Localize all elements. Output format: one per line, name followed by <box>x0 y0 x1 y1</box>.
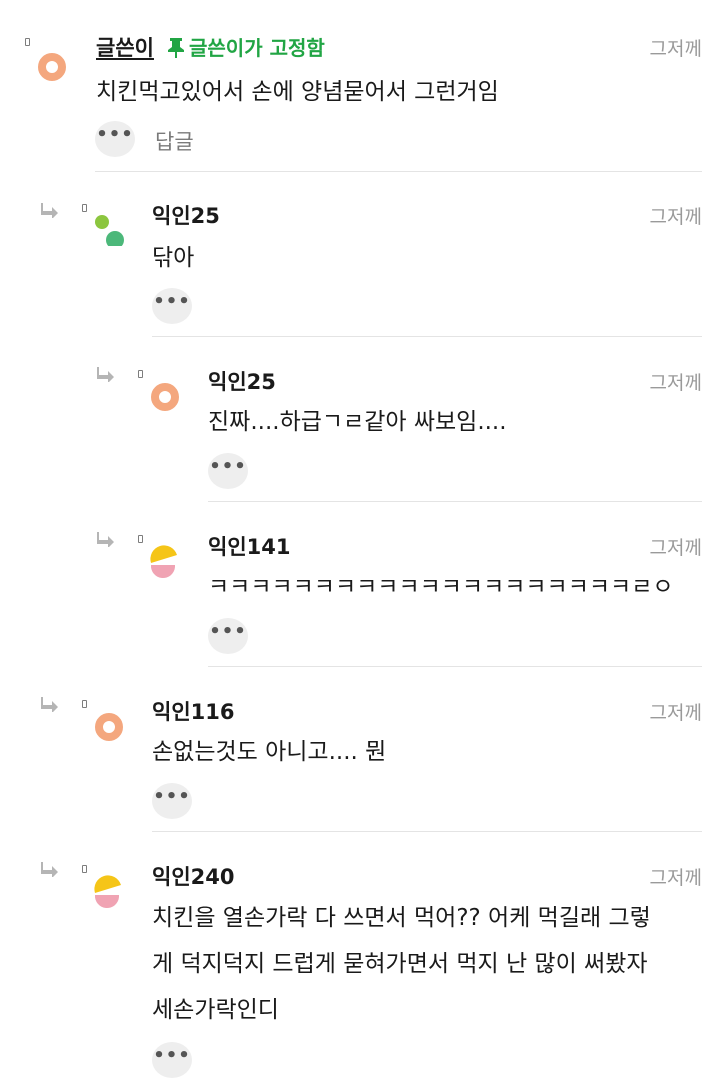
avatar[interactable] <box>148 380 182 414</box>
comment-line: 게 덕지덕지 드럽게 묻혀가면서 먹지 난 많이 써봤자 <box>152 951 648 977</box>
comment-marker <box>82 700 87 708</box>
comment-time: 그저께 <box>649 702 702 724</box>
author-name[interactable]: 익인25 <box>152 200 220 230</box>
comment-line: 치킨을 열손가락 다 쓰면서 먹어?? 어케 먹길래 그렇 <box>152 905 651 931</box>
comment-body: 치킨먹고있어서 손에 양념묻어서 그런거임 <box>96 70 499 114</box>
comment-body: 치킨을 열손가락 다 쓰면서 먹어?? 어케 먹길래 그렇 게 덕지덕지 드럽게… <box>152 895 651 1033</box>
reply-button[interactable]: 답글 <box>155 126 194 156</box>
avatar[interactable] <box>92 875 126 909</box>
comment-time: 그저께 <box>649 372 702 394</box>
comment-marker <box>25 38 30 46</box>
comment-reply: 익인116 그저께 손없는것도 아니고.... 뭔 ••• <box>0 668 720 834</box>
avatar[interactable] <box>92 710 126 744</box>
comment-reply: 익인240 그저께 치킨을 열손가락 다 쓰면서 먹어?? 어케 먹길래 그렇 … <box>0 833 720 1089</box>
reply-arrow-icon <box>96 366 116 382</box>
comment-marker <box>82 865 87 873</box>
avatar[interactable] <box>92 212 126 246</box>
divider <box>208 666 702 667</box>
comment-line: 진짜....하급ㄱㄹ같아 싸보임.... <box>208 409 507 435</box>
comment-line: ㅋㅋㅋㅋㅋㅋㅋㅋㅋㅋㅋㅋㅋㅋㅋㅋㅋㅋㅋㅋㄹㅇ <box>208 574 674 600</box>
comment-line: 치킨먹고있어서 손에 양념묻어서 그런거임 <box>96 79 499 105</box>
comment-time: 그저께 <box>649 206 702 228</box>
more-options-button[interactable]: ••• <box>152 288 192 324</box>
comment-line: 닦아 <box>152 245 195 271</box>
pin-icon <box>168 37 184 58</box>
comment-time: 그저께 <box>649 38 702 60</box>
comment-marker <box>138 370 143 378</box>
reply-arrow-icon <box>96 531 116 547</box>
more-options-button[interactable]: ••• <box>152 1042 192 1078</box>
comment-body: 닦아 <box>152 236 194 280</box>
author-name[interactable]: 익인240 <box>152 861 234 891</box>
reply-arrow-icon <box>40 202 60 218</box>
comment-body: ㅋㅋㅋㅋㅋㅋㅋㅋㅋㅋㅋㅋㅋㅋㅋㅋㅋㅋㅋㅋㄹㅇ <box>208 565 674 609</box>
comment-body: 손없는것도 아니고.... 뭔 <box>152 730 386 774</box>
reply-arrow-icon <box>40 861 60 877</box>
more-options-button[interactable]: ••• <box>208 618 248 654</box>
divider <box>152 831 702 832</box>
comment-marker <box>138 535 143 543</box>
comment-op: 글쓴이 글쓴이가 고정함 그저께 치킨먹고있어서 손에 양념묻어서 그런거임 •… <box>0 0 720 172</box>
comment-reply: 익인25 그저께 진짜....하급ㄱㄹ같아 싸보임.... ••• <box>0 338 720 504</box>
avatar[interactable] <box>35 50 69 84</box>
more-options-button[interactable]: ••• <box>152 783 192 819</box>
more-options-button[interactable]: ••• <box>208 453 248 489</box>
comment-line: 세손가락인디 <box>152 997 279 1023</box>
comment-reply: 익인141 그저께 ㅋㅋㅋㅋㅋㅋㅋㅋㅋㅋㅋㅋㅋㅋㅋㅋㅋㅋㅋㅋㄹㅇ ••• <box>0 503 720 669</box>
comment-line: 손없는것도 아니고.... 뭔 <box>152 739 387 765</box>
comment-time: 그저께 <box>649 537 702 559</box>
divider <box>208 501 702 502</box>
author-name[interactable]: 글쓴이 <box>96 32 154 62</box>
comment-body: 진짜....하급ㄱㄹ같아 싸보임.... <box>208 400 507 444</box>
reply-arrow-icon <box>40 696 60 712</box>
comment-marker <box>82 204 87 212</box>
author-name[interactable]: 익인25 <box>208 366 276 396</box>
avatar[interactable] <box>148 545 182 579</box>
author-name[interactable]: 익인141 <box>208 531 290 561</box>
author-name[interactable]: 익인116 <box>152 696 234 726</box>
comment-time: 그저께 <box>649 867 702 889</box>
comment-reply: 익인25 그저께 닦아 ••• <box>0 172 720 338</box>
divider <box>152 336 702 337</box>
pinned-badge: 글쓴이가 고정함 <box>166 32 325 61</box>
pinned-label: 글쓴이가 고정함 <box>189 36 325 60</box>
more-options-button[interactable]: ••• <box>95 121 135 157</box>
